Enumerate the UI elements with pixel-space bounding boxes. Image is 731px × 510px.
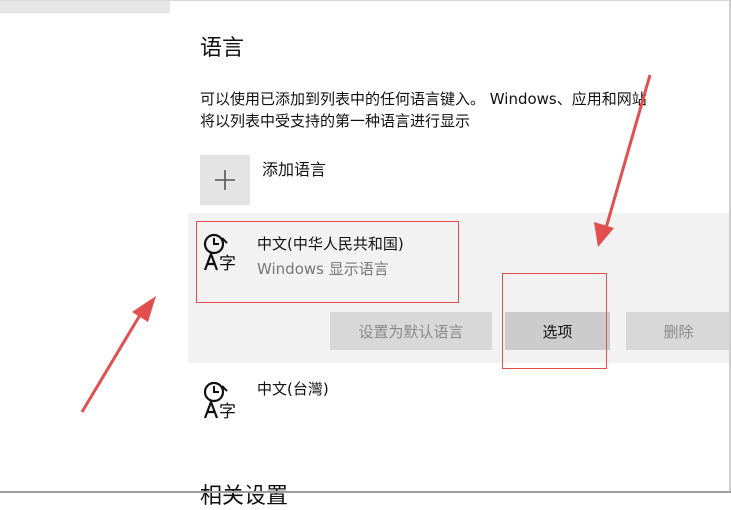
annotation-arrow xyxy=(80,296,156,413)
related-settings-title: 相关设置 xyxy=(200,484,289,509)
annotation-arrow xyxy=(594,74,652,247)
annotation-arrows xyxy=(80,74,652,413)
